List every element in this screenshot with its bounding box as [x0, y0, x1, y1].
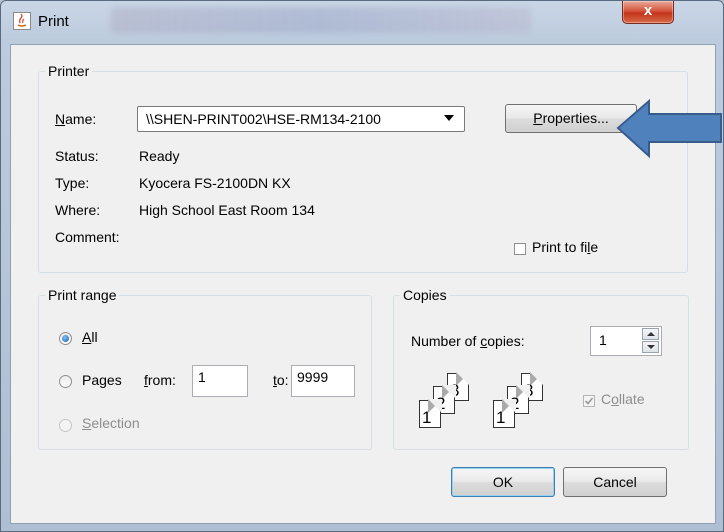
print-range-legend: Print range — [45, 287, 120, 303]
selection-radio[interactable] — [59, 419, 72, 432]
close-button[interactable]: x — [622, 1, 674, 24]
page-number-label: 1 — [422, 408, 432, 427]
type-label: Type: — [55, 175, 90, 191]
collate-page-icon: 1 — [419, 399, 442, 428]
checkmark-icon — [584, 397, 594, 405]
comment-label: Comment: — [55, 229, 120, 245]
annotation-arrow-icon — [616, 99, 722, 159]
pages-label[interactable]: Pages — [82, 372, 122, 388]
name-label: Name: — [55, 111, 97, 127]
print-to-file-checkbox[interactable] — [514, 243, 526, 255]
print-to-file-label[interactable]: Print to file — [532, 239, 598, 255]
all-radio[interactable] — [59, 332, 72, 345]
java-app-icon — [13, 12, 31, 30]
copies-value: 1 — [599, 332, 607, 348]
collate-page-icon: 1 — [493, 399, 516, 428]
all-label[interactable]: All — [82, 329, 98, 345]
title-bar[interactable]: Print x — [1, 1, 723, 41]
type-value: Kyocera FS-2100DN KX — [139, 175, 291, 191]
to-input-field[interactable] — [292, 366, 354, 388]
window-title: Print — [38, 13, 69, 30]
dialog-client-area: Printer Name: \\SHEN-PRINT002\HSE-RM134-… — [10, 44, 716, 524]
blurred-background-strip — [111, 7, 531, 33]
status-label: Status: — [55, 148, 99, 164]
pages-radio[interactable] — [59, 375, 72, 388]
from-input[interactable] — [192, 365, 248, 397]
status-value: Ready — [139, 148, 180, 164]
spin-up-icon[interactable] — [642, 328, 659, 340]
ok-button[interactable]: OK — [451, 467, 555, 497]
from-input-field[interactable] — [193, 366, 247, 388]
printer-name-select[interactable]: \\SHEN-PRINT002\HSE-RM134-2100 — [137, 106, 465, 132]
collate-label[interactable]: Collate — [601, 391, 645, 407]
spinner-buttons — [642, 328, 660, 354]
printer-group-legend: Printer — [45, 63, 93, 79]
where-label: Where: — [55, 202, 101, 218]
selection-label[interactable]: Selection — [82, 415, 140, 431]
collate-checkbox[interactable] — [583, 395, 595, 407]
page-number-label: 1 — [496, 408, 506, 427]
number-of-copies-label: Number of copies: — [411, 333, 525, 349]
printer-name-value: \\SHEN-PRINT002\HSE-RM134-2100 — [146, 111, 381, 127]
cancel-button[interactable]: Cancel — [563, 467, 667, 497]
chevron-down-icon — [444, 115, 454, 121]
from-label: from: — [144, 372, 176, 388]
where-value: High School East Room 134 — [139, 202, 315, 218]
copies-spinner[interactable]: 1 — [590, 326, 662, 356]
copies-legend: Copies — [400, 287, 450, 303]
spin-down-icon[interactable] — [642, 341, 659, 353]
print-dialog-window: Print x Printer Name: \\SHEN-PRINT002\HS… — [0, 0, 724, 532]
to-label: to: — [273, 372, 289, 388]
to-input[interactable] — [291, 365, 355, 397]
